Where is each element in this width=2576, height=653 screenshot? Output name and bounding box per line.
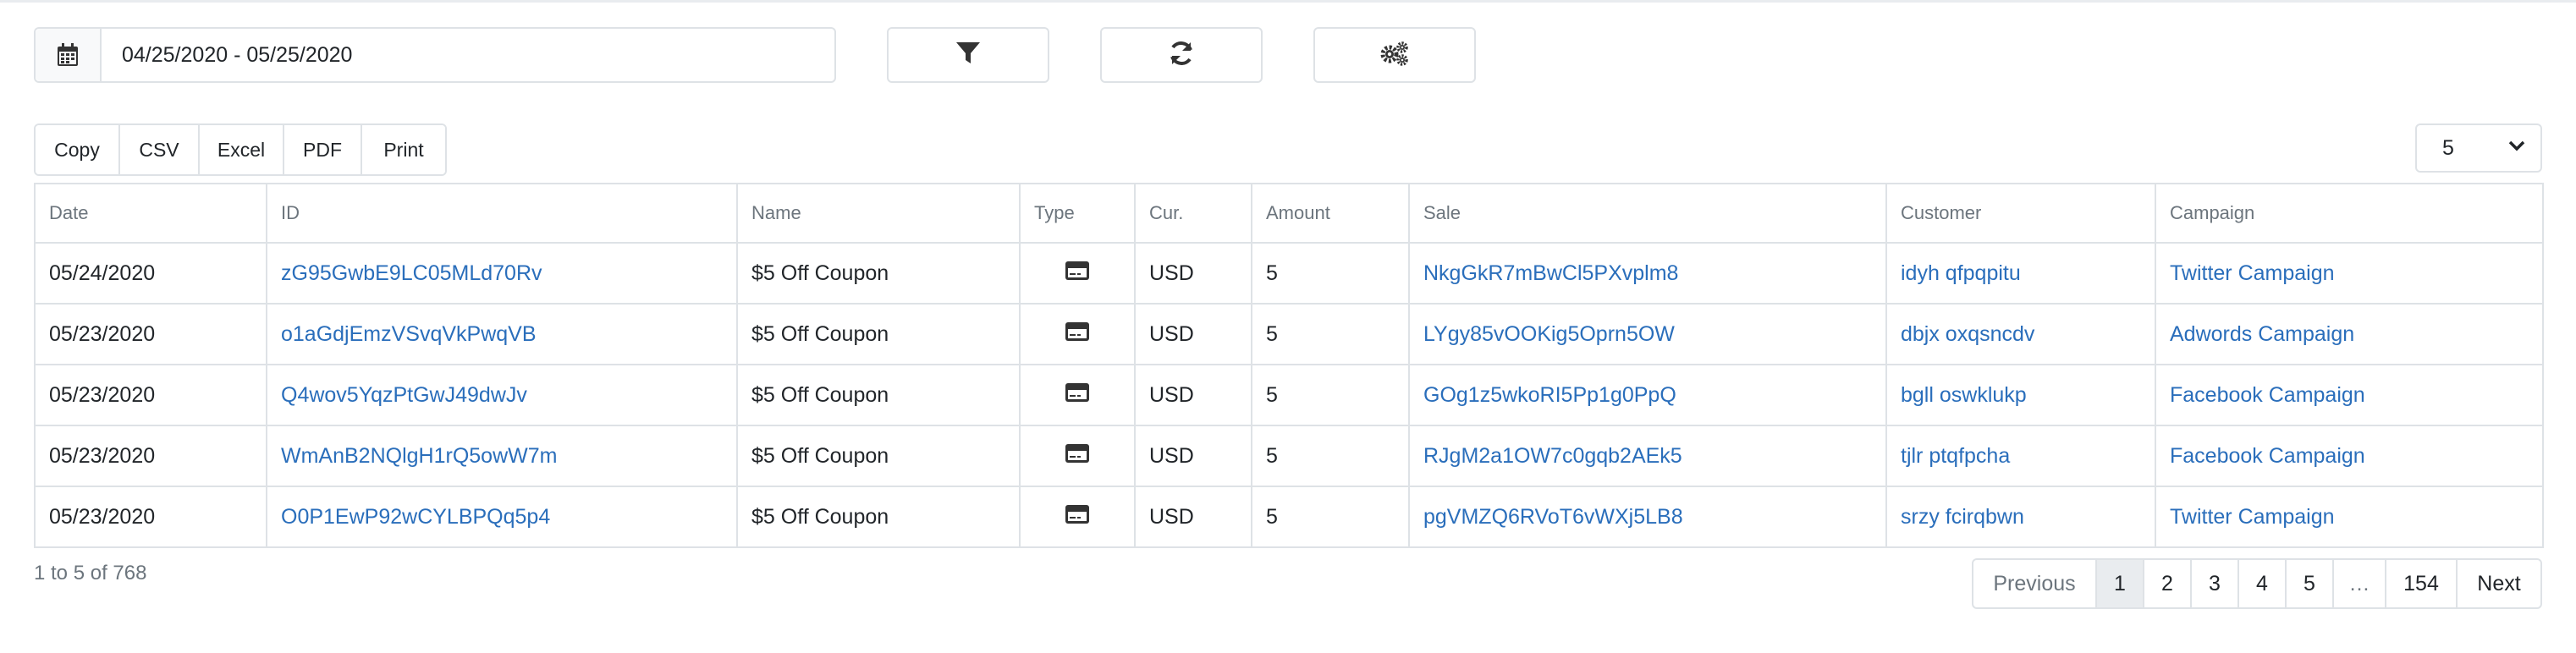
- filter-button[interactable]: [887, 27, 1049, 83]
- sale-link[interactable]: RJgM2a1OW7c0gqb2AEk5: [1408, 425, 1887, 487]
- top-divider: [0, 0, 2576, 3]
- pagination-page-4[interactable]: 4: [2239, 560, 2287, 607]
- column-header-customer[interactable]: Customer: [1885, 183, 2156, 244]
- name-cell: $5 Off Coupon: [736, 364, 1021, 426]
- currency-cell: USD: [1134, 364, 1252, 426]
- pagination-page-154[interactable]: 154: [2386, 560, 2458, 607]
- customer-link[interactable]: idyh qfpqpitu: [1885, 242, 2156, 305]
- campaign-link[interactable]: Twitter Campaign: [2155, 486, 2544, 548]
- pagination-page-3[interactable]: 3: [2192, 560, 2239, 607]
- name-cell: $5 Off Coupon: [736, 486, 1021, 548]
- table-row: 05/23/2020 WmAnB2NQlgH1rQ5owW7m $5 Off C…: [34, 425, 2544, 487]
- sale-link[interactable]: GOg1z5wkoRI5Pp1g0PpQ: [1408, 364, 1887, 426]
- pagination-page-1[interactable]: 1: [2097, 560, 2144, 607]
- id-link[interactable]: Q4wov5YqzPtGwJ49dwJv: [266, 364, 738, 426]
- type-cell: [1019, 242, 1136, 305]
- date-cell: 05/23/2020: [34, 486, 267, 548]
- date-range-input[interactable]: [102, 29, 834, 81]
- pagination-ellipsis: …: [2334, 560, 2386, 607]
- settings-button[interactable]: [1313, 27, 1476, 83]
- refresh-icon: [1168, 40, 1195, 71]
- date-cell: 05/24/2020: [34, 242, 267, 305]
- amount-cell: 5: [1251, 486, 1410, 548]
- card-icon: [1065, 443, 1090, 469]
- currency-cell: USD: [1134, 242, 1252, 305]
- column-header-date[interactable]: Date: [34, 183, 267, 244]
- name-cell: $5 Off Coupon: [736, 303, 1021, 365]
- currency-cell: USD: [1134, 303, 1252, 365]
- filter-icon: [955, 41, 981, 70]
- type-cell: [1019, 303, 1136, 365]
- sale-link[interactable]: NkgGkR7mBwCl5PXvplm8: [1408, 242, 1887, 305]
- type-cell: [1019, 364, 1136, 426]
- column-header-type[interactable]: Type: [1019, 183, 1136, 244]
- id-link[interactable]: O0P1EwP92wCYLBPQq5p4: [266, 486, 738, 548]
- refresh-button[interactable]: [1100, 27, 1263, 83]
- date-cell: 05/23/2020: [34, 364, 267, 426]
- table-info-text: 1 to 5 of 768: [34, 562, 147, 584]
- id-link[interactable]: WmAnB2NQlgH1rQ5owW7m: [266, 425, 738, 487]
- column-header-campaign[interactable]: Campaign: [2155, 183, 2544, 244]
- pagination-page-5[interactable]: 5: [2287, 560, 2334, 607]
- amount-cell: 5: [1251, 425, 1410, 487]
- column-header-name[interactable]: Name: [736, 183, 1021, 244]
- campaign-link[interactable]: Facebook Campaign: [2155, 425, 2544, 487]
- column-header-amount[interactable]: Amount: [1251, 183, 1410, 244]
- name-cell: $5 Off Coupon: [736, 242, 1021, 305]
- customer-link[interactable]: bgll oswklukp: [1885, 364, 2156, 426]
- amount-cell: 5: [1251, 364, 1410, 426]
- amount-cell: 5: [1251, 303, 1410, 365]
- type-cell: [1019, 486, 1136, 548]
- column-header-id[interactable]: ID: [266, 183, 738, 244]
- pagination-next[interactable]: Next: [2458, 560, 2540, 607]
- copy-button[interactable]: Copy: [36, 125, 120, 174]
- table-row: 05/24/2020 zG95GwbE9LC05MLd70Rv $5 Off C…: [34, 242, 2544, 305]
- excel-button[interactable]: Excel: [200, 125, 284, 174]
- column-header-currency[interactable]: Cur.: [1134, 183, 1252, 244]
- customer-link[interactable]: tjlr ptqfpcha: [1885, 425, 2156, 487]
- calendar-icon[interactable]: [36, 29, 102, 81]
- date-cell: 05/23/2020: [34, 303, 267, 365]
- campaign-link[interactable]: Facebook Campaign: [2155, 364, 2544, 426]
- customer-link[interactable]: srzy fcirqbwn: [1885, 486, 2156, 548]
- gears-icon: [1379, 41, 1410, 70]
- sale-link[interactable]: LYgy85vOOKig5Oprn5OW: [1408, 303, 1887, 365]
- pagination-page-2[interactable]: 2: [2144, 560, 2192, 607]
- card-icon: [1065, 504, 1090, 530]
- pdf-button[interactable]: PDF: [284, 125, 362, 174]
- name-cell: $5 Off Coupon: [736, 425, 1021, 487]
- id-link[interactable]: zG95GwbE9LC05MLd70Rv: [266, 242, 738, 305]
- card-icon: [1065, 261, 1090, 286]
- customer-link[interactable]: dbjx oxqsncdv: [1885, 303, 2156, 365]
- print-button[interactable]: Print: [362, 125, 445, 174]
- type-cell: [1019, 425, 1136, 487]
- currency-cell: USD: [1134, 425, 1252, 487]
- pagination: Previous 1 2 3 4 5 … 154 Next: [1972, 558, 2542, 609]
- sale-link[interactable]: pgVMZQ6RVoT6vWXj5LB8: [1408, 486, 1887, 548]
- export-buttons: Copy CSV Excel PDF Print: [34, 123, 447, 176]
- card-icon: [1065, 382, 1090, 408]
- table-row: 05/23/2020 Q4wov5YqzPtGwJ49dwJv $5 Off C…: [34, 364, 2544, 426]
- column-header-sale[interactable]: Sale: [1408, 183, 1887, 244]
- date-range-picker[interactable]: [34, 27, 836, 83]
- page-size-value: 5: [2442, 135, 2454, 160]
- pagination-previous[interactable]: Previous: [1973, 560, 2097, 607]
- csv-button[interactable]: CSV: [120, 125, 200, 174]
- chevron-down-icon: [2508, 140, 2525, 156]
- table-row: 05/23/2020 o1aGdjEmzVSvqVkPwqVB $5 Off C…: [34, 303, 2544, 365]
- currency-cell: USD: [1134, 486, 1252, 548]
- campaign-link[interactable]: Adwords Campaign: [2155, 303, 2544, 365]
- amount-cell: 5: [1251, 242, 1410, 305]
- id-link[interactable]: o1aGdjEmzVSvqVkPwqVB: [266, 303, 738, 365]
- page-size-select[interactable]: 5: [2415, 123, 2542, 173]
- campaign-link[interactable]: Twitter Campaign: [2155, 242, 2544, 305]
- card-icon: [1065, 321, 1090, 347]
- table-header-row: Date ID Name Type Cur. Amount Sale Custo…: [34, 183, 2544, 244]
- date-cell: 05/23/2020: [34, 425, 267, 487]
- table-row: 05/23/2020 O0P1EwP92wCYLBPQq5p4 $5 Off C…: [34, 486, 2544, 548]
- transactions-table: Date ID Name Type Cur. Amount Sale Custo…: [34, 183, 2544, 548]
